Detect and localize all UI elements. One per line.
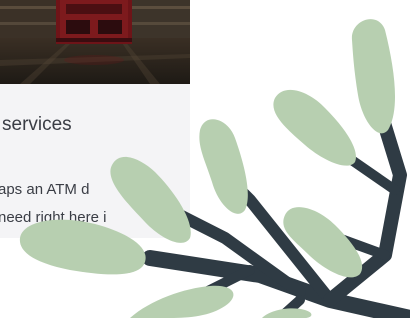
service-card[interactable]: services aps an ATM d need right here i	[0, 0, 190, 238]
card-description-line-2: need right here i	[0, 209, 107, 226]
card-title: services	[2, 114, 72, 135]
card-description-line-1: aps an ATM d	[0, 181, 90, 198]
red-door-photo	[0, 0, 190, 84]
card-description: aps an ATM d need right here i	[0, 176, 190, 232]
page: services aps an ATM d need right here i	[0, 0, 410, 318]
